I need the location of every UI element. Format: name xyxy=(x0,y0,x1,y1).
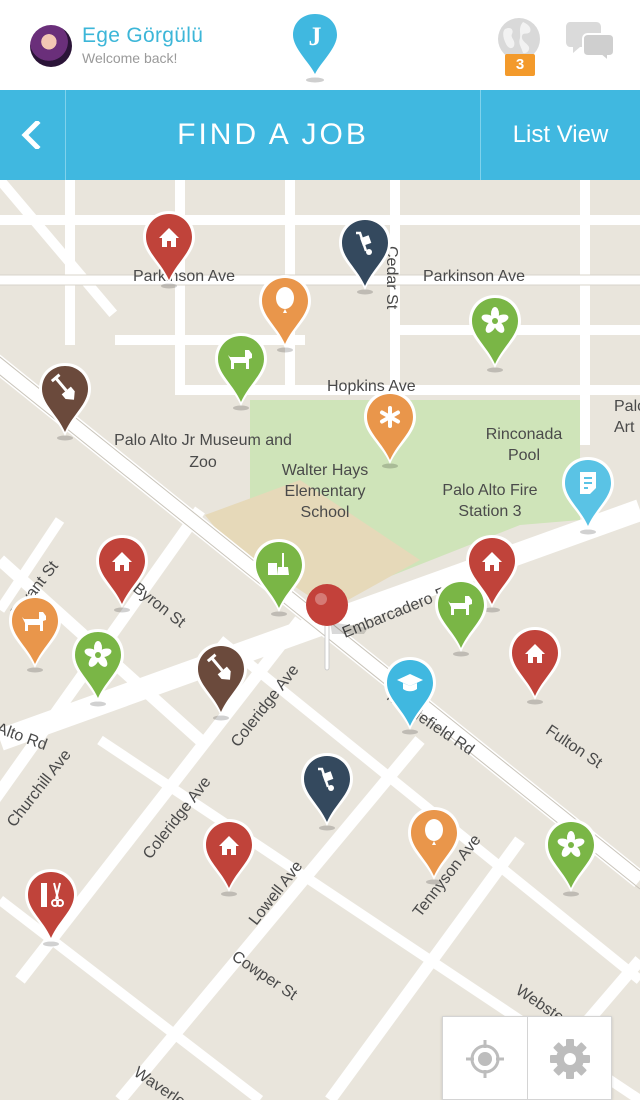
crosshair-icon xyxy=(466,1040,504,1078)
job-pin-yard[interactable] xyxy=(192,640,250,722)
notification-badge: 3 xyxy=(505,54,535,76)
flower-icon xyxy=(469,295,521,373)
dog-icon xyxy=(215,333,267,411)
job-pin-moving[interactable] xyxy=(298,750,356,832)
list-view-button[interactable]: List View xyxy=(480,90,640,180)
page-title: FIND A JOB xyxy=(177,118,369,151)
house-icon xyxy=(143,211,195,289)
shovel-icon xyxy=(195,643,247,721)
job-pin-tutoring[interactable] xyxy=(381,654,439,736)
graduation-cap-icon xyxy=(384,657,436,735)
asterisk-icon xyxy=(364,391,416,469)
job-pin-party[interactable] xyxy=(405,804,463,886)
comb-scissors-icon xyxy=(25,869,77,947)
dog-icon xyxy=(9,595,61,673)
job-pin-house[interactable] xyxy=(506,624,564,706)
shovel-icon xyxy=(39,363,91,441)
house-icon xyxy=(96,535,148,613)
place-label: Rinconada Pool xyxy=(485,426,563,464)
house-icon xyxy=(509,627,561,705)
flower-icon xyxy=(545,819,597,897)
job-pin-pet[interactable] xyxy=(212,330,270,412)
top-bar: Ege Görgülü Welcome back! J 3 xyxy=(0,0,640,90)
dog-icon xyxy=(435,579,487,657)
house-icon xyxy=(203,819,255,897)
job-pin-house[interactable] xyxy=(200,816,258,898)
job-pin-writing[interactable] xyxy=(559,454,617,536)
job-pin-yard[interactable] xyxy=(36,360,94,442)
job-map[interactable]: Parkinson Ave Parkinson Ave Hopkins Ave … xyxy=(0,180,640,1100)
chevron-left-icon xyxy=(21,121,41,149)
job-pin-pet[interactable] xyxy=(6,592,64,674)
svg-text:J: J xyxy=(309,22,322,51)
settings-button[interactable] xyxy=(528,1017,613,1100)
job-pin-garden[interactable] xyxy=(466,292,524,374)
job-pin-house[interactable] xyxy=(140,208,198,290)
place-label: Palo Art xyxy=(614,398,640,436)
map-controls xyxy=(442,1016,612,1100)
job-pin-garden[interactable] xyxy=(542,816,600,898)
balloon-icon xyxy=(408,807,460,885)
job-pin-beauty[interactable] xyxy=(22,866,80,948)
title-bar: FIND A JOB List View xyxy=(0,90,640,180)
welcome-text: Welcome back! xyxy=(82,50,178,66)
job-pin-house[interactable] xyxy=(93,532,151,614)
job-pin-garden[interactable] xyxy=(69,626,127,708)
locate-button[interactable] xyxy=(443,1017,528,1100)
job-pin-medical[interactable] xyxy=(361,388,419,470)
hand-truck-icon xyxy=(301,753,353,831)
street-label: Parkinson Ave xyxy=(423,268,525,285)
flower-icon xyxy=(72,629,124,707)
hand-truck-icon xyxy=(339,217,391,295)
job-pin-moving[interactable] xyxy=(336,214,394,296)
document-icon xyxy=(562,457,614,535)
user-name[interactable]: Ege Görgülü xyxy=(82,24,203,48)
chat-icon[interactable] xyxy=(566,18,614,62)
avatar[interactable] xyxy=(30,25,72,67)
back-button[interactable] xyxy=(0,90,66,180)
place-label: Palo Alto Fire Station 3 xyxy=(442,482,538,520)
logo-icon[interactable]: J xyxy=(291,12,339,84)
map-pushpin-icon[interactable] xyxy=(300,582,380,674)
job-pin-pet[interactable] xyxy=(432,576,490,658)
gear-icon xyxy=(550,1039,590,1079)
